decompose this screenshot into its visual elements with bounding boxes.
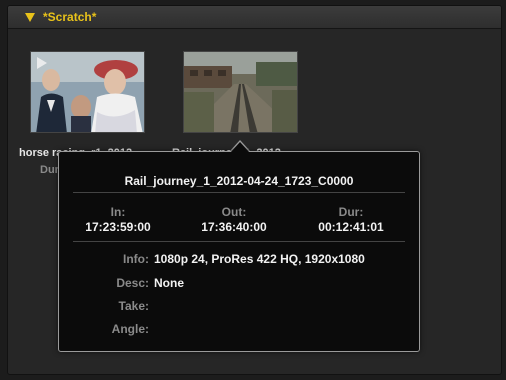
clip-thumbnail-image [30,51,145,133]
horse-racing-thumbnail-image [31,52,144,132]
clip-info-tooltip: Rail_journey_1_2012-04-24_1723_C0000 In:… [58,151,420,352]
tooltip-arrow-fill [230,142,250,153]
divider [73,241,405,242]
info-value: 1080p 24, ProRes 422 HQ, 1920x1080 [154,252,365,266]
out-label: Out: [221,205,247,219]
in-label: In: [110,205,126,219]
clip-thumbnail-rail-journey[interactable] [183,51,298,133]
disclosure-triangle-icon[interactable] [25,12,35,22]
bin-title: *Scratch* [43,10,97,24]
clip-thumbnail-horse-racing[interactable] [30,51,145,133]
info-label: Info: [123,252,149,266]
rail-journey-thumbnail-image [184,52,297,132]
clip-thumbnail-image [183,51,298,133]
duration-label: Dur: [338,205,364,219]
tooltip-clip-name: Rail_journey_1_2012-04-24_1723_C0000 [124,174,354,188]
take-label: Take: [118,299,149,313]
bin-header[interactable]: *Scratch* [8,6,501,29]
desc-label: Desc: [116,276,149,290]
divider [73,192,405,193]
duration-timecode: 00:12:41:01 [318,220,384,234]
clip-duration-horse-racing: Dur [40,164,59,176]
desc-value: None [154,276,184,290]
play-icon [37,57,47,69]
in-timecode: 17:23:59:00 [85,220,151,234]
angle-label: Angle: [111,322,149,336]
out-timecode: 17:36:40:00 [201,220,267,234]
